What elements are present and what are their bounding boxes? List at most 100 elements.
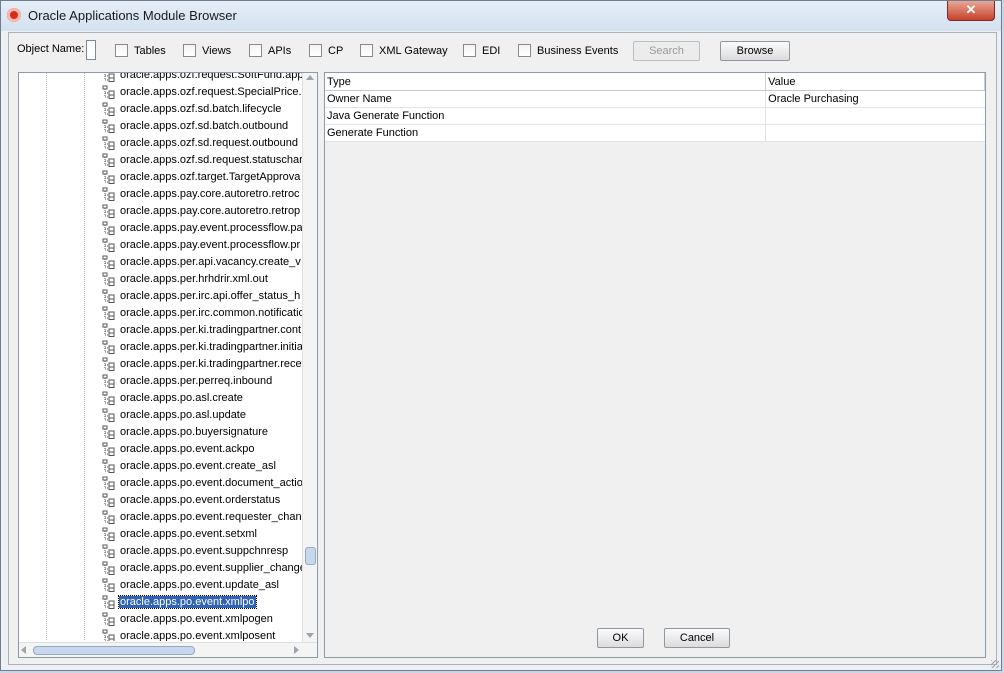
tree-item[interactable]: oracle.apps.per.hrhdrir.xml.out	[102, 270, 269, 287]
tree-item[interactable]: oracle.apps.ozf.sd.request.outbound	[102, 134, 299, 151]
checkbox-box[interactable]	[309, 44, 322, 57]
tables-checkbox[interactable]: Tables	[115, 44, 166, 57]
ok-button[interactable]: OK	[597, 628, 644, 648]
search-button[interactable]: Search	[633, 41, 700, 61]
business-event-node-icon	[102, 374, 116, 388]
tree-item[interactable]: oracle.apps.ozf.sd.batch.outbound	[102, 117, 289, 134]
business-event-node-icon	[102, 323, 116, 337]
tree-rows: oracle.apps.ozf.request.SoftFund.app orac…	[19, 73, 305, 641]
tree-item[interactable]: oracle.apps.ozf.sd.request.statuschar	[102, 151, 304, 168]
cancel-button[interactable]: Cancel	[664, 628, 730, 648]
column-header-value[interactable]: Value	[765, 73, 985, 91]
resize-grip-icon[interactable]	[991, 660, 999, 668]
tree-item[interactable]: oracle.apps.po.event.suppchnresp	[102, 542, 289, 559]
tree-item[interactable]: oracle.apps.pay.event.processflow.pr	[102, 236, 301, 253]
business-event-node-icon	[102, 119, 116, 133]
properties-panel: Type Value Owner Name Oracle Purchasing …	[324, 72, 986, 658]
business-events-checkbox[interactable]: Business Events	[518, 44, 618, 57]
panel-splitter[interactable]	[320, 72, 323, 658]
tree-item[interactable]: oracle.apps.po.event.document_actio	[102, 474, 304, 491]
checkbox-box[interactable]	[249, 44, 262, 57]
business-event-node-icon	[102, 476, 116, 490]
horizontal-scroll-thumb[interactable]	[33, 646, 195, 655]
business-event-node-icon	[102, 255, 116, 269]
business-event-node-icon	[102, 136, 116, 150]
tree-item[interactable]: oracle.apps.per.perreq.inbound	[102, 372, 273, 389]
tree-item[interactable]: oracle.apps.per.ki.tradingpartner.rece	[102, 355, 303, 372]
properties-table: Type Value Owner Name Oracle Purchasing …	[325, 73, 985, 142]
tree-item[interactable]: oracle.apps.po.event.create_asl	[102, 457, 277, 474]
vertical-scroll-thumb[interactable]	[305, 547, 316, 565]
scroll-down-arrow-icon[interactable]	[306, 633, 314, 638]
tree-item[interactable]: oracle.apps.po.asl.create	[102, 389, 244, 406]
tree-item[interactable]: oracle.apps.per.ki.tradingpartner.cont	[102, 321, 302, 338]
business-event-node-icon	[102, 578, 116, 592]
tree-item[interactable]: oracle.apps.po.event.xmlposent	[102, 627, 276, 641]
checkbox-box[interactable]	[463, 44, 476, 57]
object-name-input[interactable]	[86, 40, 96, 60]
tree-item[interactable]: oracle.apps.po.event.orderstatus	[102, 491, 281, 508]
checkbox-box[interactable]	[518, 44, 531, 57]
tree-item-label: oracle.apps.po.event.document_actio	[120, 476, 303, 489]
business-event-node-icon	[102, 153, 116, 167]
business-event-node-icon	[102, 306, 116, 320]
tree-item[interactable]: oracle.apps.po.event.xmlpogen	[102, 610, 274, 627]
cp-checkbox[interactable]: CP	[309, 44, 343, 57]
tree-item[interactable]: oracle.apps.per.api.vacancy.create_v	[102, 253, 302, 270]
tree-item[interactable]: oracle.apps.ozf.sd.batch.lifecycle	[102, 100, 282, 117]
tree-item-label: oracle.apps.po.asl.create	[120, 391, 243, 404]
tree-item[interactable]: oracle.apps.po.event.ackpo	[102, 440, 256, 457]
tree-item-label: oracle.apps.po.event.create_asl	[120, 459, 276, 472]
tree-item[interactable]: oracle.apps.po.event.setxml	[102, 525, 258, 542]
tree-item[interactable]: oracle.apps.po.event.requester_chan	[102, 508, 303, 525]
tree-item[interactable]: oracle.apps.po.buyersignature	[102, 423, 269, 440]
tree-item-label: oracle.apps.po.event.xmlposent	[120, 629, 276, 642]
views-label: Views	[202, 44, 232, 57]
tree-item[interactable]: oracle.apps.po.asl.update	[102, 406, 247, 423]
business-event-node-icon	[102, 442, 116, 456]
module-tree[interactable]: oracle.apps.ozf.request.SoftFund.app orac…	[18, 72, 318, 658]
apis-checkbox[interactable]: APIs	[249, 44, 291, 57]
checkbox-box[interactable]	[115, 44, 128, 57]
close-button[interactable]: ✕	[947, 1, 995, 21]
scroll-left-arrow-icon[interactable]	[21, 646, 26, 654]
business-event-node-icon	[102, 595, 116, 609]
tree-item[interactable]: oracle.apps.per.irc.api.offer_status_h	[102, 287, 301, 304]
table-row[interactable]: Java Generate Function	[325, 107, 985, 125]
edi-checkbox[interactable]: EDI	[463, 44, 500, 57]
module-browser-window: Oracle Applications Module Browser ✕ Obj…	[0, 0, 1002, 671]
object-name-label: Object Name:	[17, 43, 85, 55]
edi-label: EDI	[482, 44, 501, 57]
tree-item[interactable]: oracle.apps.per.irc.common.notificatio	[102, 304, 305, 321]
tree-item-label: oracle.apps.po.asl.update	[120, 408, 246, 421]
checkbox-box[interactable]	[360, 44, 373, 57]
business-event-node-icon	[102, 459, 116, 473]
tree-item[interactable]: oracle.apps.ozf.request.SpecialPrice.a	[102, 83, 305, 100]
tree-item[interactable]: oracle.apps.po.event.xmlpo	[102, 593, 257, 610]
tree-item[interactable]: oracle.apps.po.event.update_asl	[102, 576, 280, 593]
tree-item-label: oracle.apps.po.event.orderstatus	[120, 493, 281, 506]
table-row[interactable]: Owner Name Oracle Purchasing	[325, 90, 985, 108]
tree-vertical-scrollbar[interactable]	[302, 73, 317, 643]
scroll-up-arrow-icon[interactable]	[306, 75, 314, 80]
views-checkbox[interactable]: Views	[183, 44, 231, 57]
tree-item[interactable]: oracle.apps.pay.core.autoretro.retroc	[102, 185, 301, 202]
tree-item[interactable]: oracle.apps.ozf.request.SoftFund.app	[102, 73, 304, 83]
table-row[interactable]: Generate Function	[325, 124, 985, 142]
tree-item[interactable]: oracle.apps.pay.event.processflow.pa	[102, 219, 304, 236]
xml-gateway-checkbox[interactable]: XML Gateway	[360, 44, 448, 57]
column-header-type[interactable]: Type	[325, 73, 767, 91]
value-cell	[765, 124, 985, 142]
tree-item[interactable]: oracle.apps.pay.core.autoretro.retrop	[102, 202, 301, 219]
browse-button[interactable]: Browse	[720, 41, 790, 61]
value-cell: Oracle Purchasing	[765, 90, 985, 108]
tree-item[interactable]: oracle.apps.ozf.target.TargetApprova	[102, 168, 301, 185]
checkbox-box[interactable]	[183, 44, 196, 57]
business-event-node-icon	[102, 102, 116, 116]
tree-item[interactable]: oracle.apps.per.ki.tradingpartner.initia	[102, 338, 304, 355]
scroll-right-arrow-icon[interactable]	[294, 646, 299, 654]
window-title: Oracle Applications Module Browser	[28, 8, 237, 23]
tree-horizontal-scrollbar[interactable]	[19, 642, 317, 657]
title-bar[interactable]: Oracle Applications Module Browser ✕	[1, 1, 1001, 31]
tree-item[interactable]: oracle.apps.po.event.supplier_change	[102, 559, 305, 576]
